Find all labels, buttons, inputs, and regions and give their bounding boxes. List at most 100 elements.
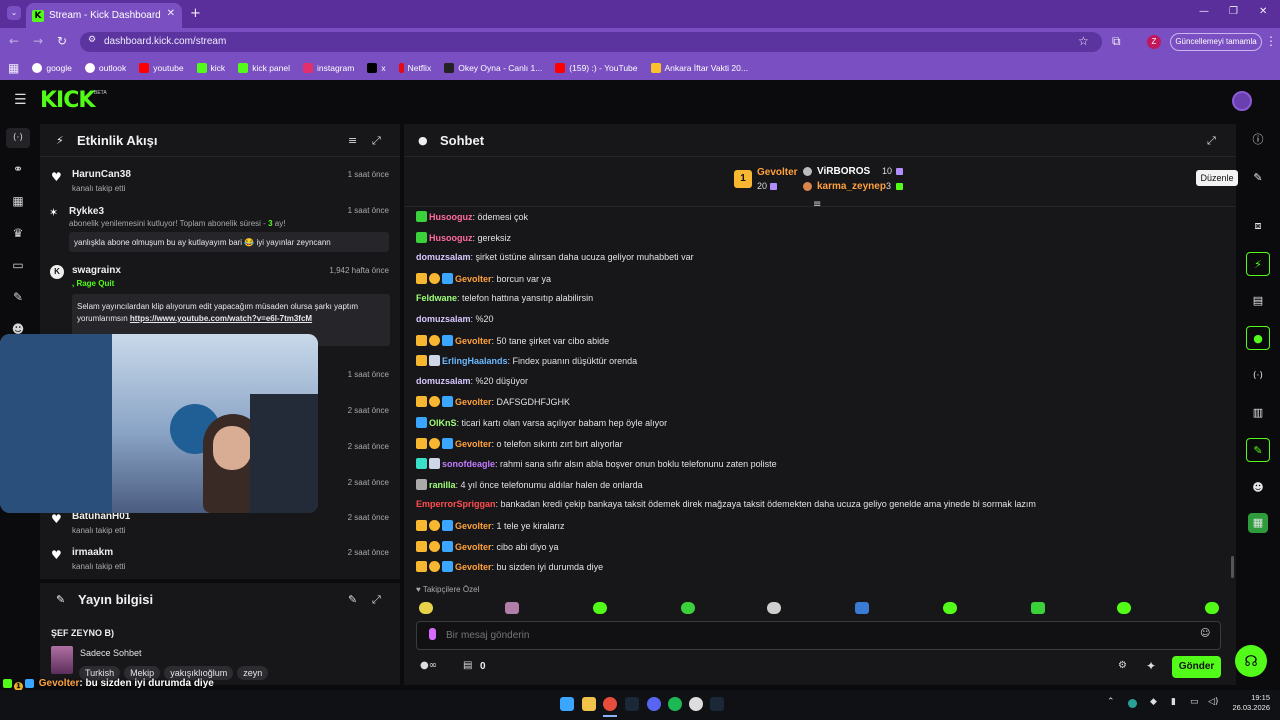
emote-icon[interactable] [681,602,695,614]
user-avatar[interactable] [1232,91,1252,111]
browser-tab[interactable]: K Stream - Kick Dashboard ✕ [26,3,182,28]
bookmark-star-icon[interactable]: ☆ [1078,34,1089,48]
bookmark-instagram[interactable]: instagram [303,63,354,73]
emote-icon[interactable] [593,602,607,614]
emote-icon[interactable] [855,602,869,614]
trophy-nav-icon[interactable]: ♛ [8,226,28,246]
chat-username[interactable]: Husooguz [429,233,473,243]
emoji-picker-icon[interactable]: ☺ [1200,628,1210,639]
chat-username[interactable]: domuzsalam [416,252,471,262]
obs-taskbar-icon[interactable] [689,697,703,711]
update-button[interactable]: Güncellemeyi tamamla [1170,33,1262,51]
edit-icon[interactable]: ✎ [348,593,357,606]
emote-icon[interactable] [767,602,781,614]
chat-quick-icon[interactable]: ● [1246,326,1270,350]
chat-username[interactable]: Feldwane [416,293,457,303]
event-user[interactable]: swagrainx [72,265,121,276]
steam-2-taskbar-icon[interactable] [710,697,724,711]
top-gifter-3[interactable]: karma_zeynep [817,181,886,192]
reload-icon[interactable]: ↻ [57,34,67,48]
bookmark-youtube-159[interactable]: (159) :) - YouTube [555,63,638,73]
app-tile-icon[interactable]: ▦ [1248,513,1268,533]
chat-username[interactable]: OlKnS [429,418,457,428]
top-gifter-2[interactable]: ViRBOROS [817,166,870,177]
network-icon[interactable]: ▭ [1190,697,1199,707]
filter-icon[interactable]: ≡ [348,134,357,147]
chat-username[interactable]: Gevolter [455,439,492,449]
chat-username[interactable]: Gevolter [455,542,492,552]
tab-list-icon[interactable]: ⌄ [7,6,21,20]
chrome-taskbar-icon[interactable] [603,697,617,711]
event-user[interactable]: Rykke3 [69,206,104,217]
bookmark-kick[interactable]: kick [196,63,225,73]
popout-icon[interactable]: ⤢ [1207,134,1216,148]
infinity-points-icon[interactable]: ●∞ [420,660,437,671]
tools-nav-icon[interactable]: ✎ [8,290,28,310]
chat-username[interactable]: ranilla [429,480,456,490]
spotify-taskbar-icon[interactable] [668,697,682,711]
analytics-nav-icon[interactable]: ▦ [8,194,28,214]
emote-icon[interactable] [1205,602,1219,614]
chat-username[interactable]: domuzsalam [416,376,471,386]
chrome-menu-icon[interactable]: ⋮ [1265,34,1277,48]
media-nav-icon[interactable]: ▭ [8,258,28,278]
chat-username[interactable]: EmperrorSpriggan [416,499,496,509]
close-window-icon[interactable]: ✕ [1259,6,1267,17]
popout-icon[interactable]: ⤢ [372,134,381,148]
chat-username[interactable]: Husooguz [429,212,473,222]
store-icon[interactable]: ▤ [463,660,472,671]
chat-username[interactable]: Gevolter [455,336,492,346]
emote-icon[interactable] [943,602,957,614]
tray-app-icon[interactable] [1128,699,1137,708]
event-user[interactable]: HarunCan38 [72,169,131,180]
chat-username[interactable]: Gevolter [455,274,492,284]
stream-nav-icon[interactable]: (·) [6,128,30,148]
notes-icon[interactable]: ▤ [1246,289,1270,313]
event-link[interactable]: https://www.youtube.com/watch?v=e6l-7tm3… [130,314,312,323]
stream-category[interactable]: Sadece Sohbet [80,648,142,658]
community-icon[interactable]: ☻ [1246,476,1270,500]
minimize-icon[interactable]: — [1199,6,1209,17]
hamburger-menu-icon[interactable]: ☰ [14,92,27,108]
bookmark-kick-panel[interactable]: kick panel [238,63,290,73]
restore-icon[interactable]: ❐ [1229,6,1238,17]
chat-users-icon[interactable]: ✦ [1146,659,1156,673]
chat-username[interactable]: ErlingHaalands [442,356,508,366]
tool-quick-icon[interactable]: ✎ [1246,438,1270,462]
tab-close-icon[interactable]: ✕ [167,8,175,19]
support-headset-icon[interactable]: ☊ [1235,645,1267,677]
bookmark-google[interactable]: google [32,63,72,73]
discord-taskbar-icon[interactable] [647,697,661,711]
top-gifter-1[interactable]: Gevolter [757,167,798,178]
bookmark-okey[interactable]: Okey Oyna - Canlı 1... [444,63,542,73]
profile-avatar[interactable]: Z [1147,35,1161,49]
bookmark-x[interactable]: x [367,63,386,73]
emote-icon[interactable] [1031,602,1045,614]
emote-icon[interactable] [419,602,433,614]
send-button[interactable]: Gönder [1172,656,1221,678]
edit-pencil-icon[interactable]: ✎ [1246,166,1270,190]
quick-bolt-icon[interactable]: ⚡ [1246,252,1270,276]
bookmark-ankara[interactable]: Ankara İftar Vakti 20... [650,63,748,73]
new-tab-icon[interactable]: + [190,6,201,21]
chat-scrollbar[interactable] [1231,556,1234,578]
bookmark-netflix[interactable]: Netflix [398,63,431,73]
emote-icon[interactable] [1117,602,1131,614]
site-info-icon[interactable]: ⚙ [88,35,96,45]
microphone-icon[interactable] [429,628,436,640]
extensions-icon[interactable]: ⧉ [1112,34,1121,49]
chat-username[interactable]: Gevolter [455,562,492,572]
popout-icon[interactable]: ⤢ [372,593,381,607]
start-menu-icon[interactable] [560,697,574,711]
tray-steam-icon[interactable]: ◆ [1150,697,1157,707]
back-icon[interactable]: ← [9,34,19,48]
volume-icon[interactable]: ◁) [1208,697,1218,707]
url-field[interactable]: dashboard.kick.com/stream [80,32,1102,52]
broadcast-icon[interactable]: (·) [1246,364,1270,388]
bookmark-youtube[interactable]: youtube [139,63,184,73]
system-clock[interactable]: 19:15 26.03.2026 [1226,693,1270,713]
event-user[interactable]: irmaakm [72,547,113,558]
media-icon[interactable]: ▥ [1246,401,1270,425]
chat-username[interactable]: domuzsalam [416,314,471,324]
screenshot-icon[interactable]: ⧈ [1246,214,1270,238]
